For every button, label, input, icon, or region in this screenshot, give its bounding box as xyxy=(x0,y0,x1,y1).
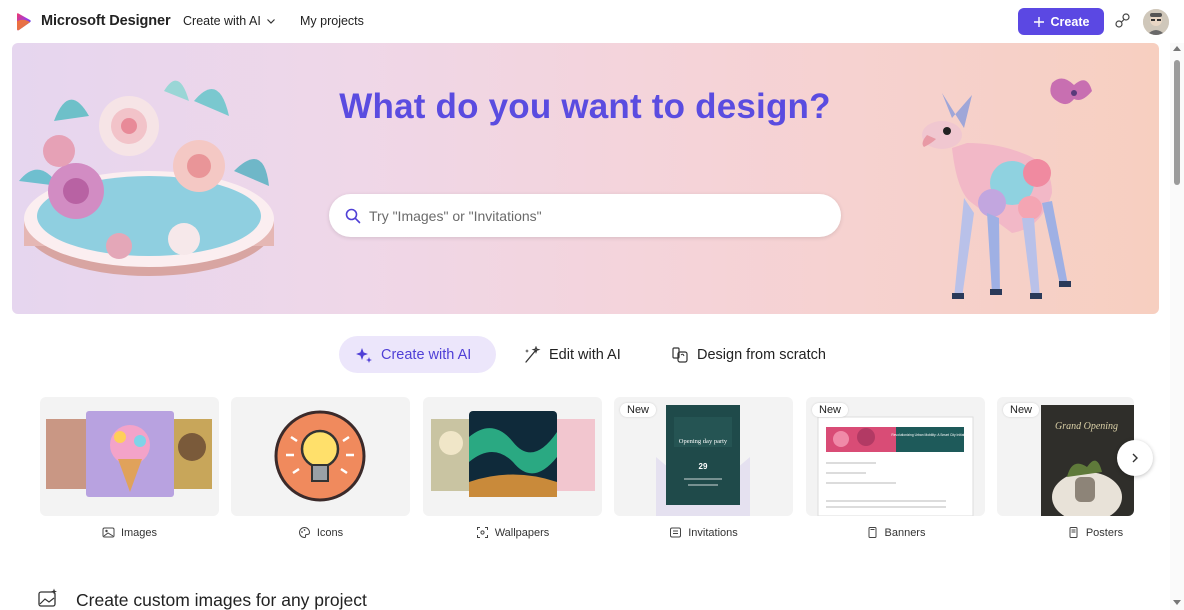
nav-create-with-ai[interactable]: Create with AI xyxy=(183,14,276,28)
avatar[interactable] xyxy=(1143,9,1169,35)
tab-design-from-scratch-label: Design from scratch xyxy=(697,346,826,363)
create-button-label: Create xyxy=(1050,14,1090,29)
section-title: Create custom images for any project xyxy=(76,590,367,610)
share-icon[interactable] xyxy=(1114,12,1132,30)
image-sparkle-icon xyxy=(38,588,57,607)
tab-edit-with-ai-label: Edit with AI xyxy=(549,346,621,363)
top-bar: Microsoft Designer Create with AI My pro… xyxy=(0,0,1170,43)
icons-card-thumbnail xyxy=(274,410,366,502)
avatar-image xyxy=(1143,9,1169,35)
plus-icon xyxy=(1033,16,1044,27)
category-label-wallpapers[interactable]: Wallpapers xyxy=(423,526,602,539)
category-card-icons[interactable] xyxy=(231,397,410,516)
category-card-posters[interactable]: Grand Opening New xyxy=(997,397,1134,516)
poster-card-title: Grand Opening xyxy=(1055,421,1118,432)
category-card-wallpapers[interactable] xyxy=(423,397,602,516)
image-icon xyxy=(102,527,115,538)
search-bar[interactable] xyxy=(329,194,841,237)
magic-wand-icon xyxy=(525,345,541,363)
hero-title: What do you want to design? xyxy=(339,87,831,126)
category-label-posters[interactable]: Posters xyxy=(997,526,1184,539)
hero-banner xyxy=(12,43,1159,314)
create-button[interactable]: Create xyxy=(1018,8,1104,35)
design-shapes-icon xyxy=(672,346,688,363)
search-input[interactable] xyxy=(369,207,809,224)
category-label-images-text: Images xyxy=(120,526,158,539)
category-label-banners[interactable]: Banners xyxy=(806,526,985,539)
new-badge: New xyxy=(1003,403,1040,417)
scroll-down-arrow-icon[interactable] xyxy=(1173,600,1181,605)
chevron-down-icon xyxy=(266,19,275,24)
banner-icon xyxy=(868,527,876,538)
category-label-wallpapers-text: Wallpapers xyxy=(494,526,550,539)
sparkle-icon xyxy=(356,347,372,363)
new-badge: New xyxy=(620,403,657,417)
nav-create-with-ai-label: Create with AI xyxy=(183,14,261,28)
page-scrollbar[interactable] xyxy=(1170,43,1184,610)
invitation-icon xyxy=(670,527,682,538)
scroll-up-arrow-icon[interactable] xyxy=(1173,46,1181,51)
tab-edit-with-ai[interactable]: Edit with AI xyxy=(523,336,621,373)
chevron-right-icon xyxy=(1132,453,1138,463)
invitation-card-title: Opening day party xyxy=(679,438,728,445)
category-label-icons-text: Icons xyxy=(316,526,344,539)
brand-title[interactable]: Microsoft Designer xyxy=(41,13,171,29)
category-card-banners[interactable]: Revolutionizing Urban Mobility: A Smart … xyxy=(806,397,985,516)
category-label-invitations-text: Invitations xyxy=(688,526,738,539)
tab-design-from-scratch[interactable]: Design from scratch xyxy=(671,336,826,373)
new-badge: New xyxy=(812,403,849,417)
category-label-invitations[interactable]: Invitations xyxy=(614,526,793,539)
search-icon xyxy=(345,208,361,223)
wallpapers-card-thumbnail xyxy=(431,411,595,497)
wallpaper-icon xyxy=(476,527,488,538)
images-card-thumbnail xyxy=(46,411,212,497)
invitation-card-date: 29 xyxy=(699,462,708,471)
nav-my-projects[interactable]: My projects xyxy=(300,14,364,28)
banner-card-title: Revolutionizing Urban Mobility: A Smart … xyxy=(891,433,968,437)
category-label-images[interactable]: Images xyxy=(40,526,219,539)
poster-icon xyxy=(1069,527,1078,538)
tab-create-with-ai[interactable]: Create with AI xyxy=(339,336,496,373)
category-card-images[interactable] xyxy=(40,397,219,516)
palette-icon xyxy=(298,526,310,539)
category-label-banners-text: Banners xyxy=(884,526,926,539)
category-label-posters-text: Posters xyxy=(1085,526,1124,539)
category-card-invitations[interactable]: Opening day party 29 New xyxy=(614,397,793,516)
carousel-next-button[interactable] xyxy=(1117,440,1153,476)
tab-create-with-ai-label: Create with AI xyxy=(381,346,472,363)
designer-logo-icon[interactable] xyxy=(14,12,34,32)
category-label-icons[interactable]: Icons xyxy=(231,526,410,539)
scroll-thumb[interactable] xyxy=(1174,60,1180,185)
